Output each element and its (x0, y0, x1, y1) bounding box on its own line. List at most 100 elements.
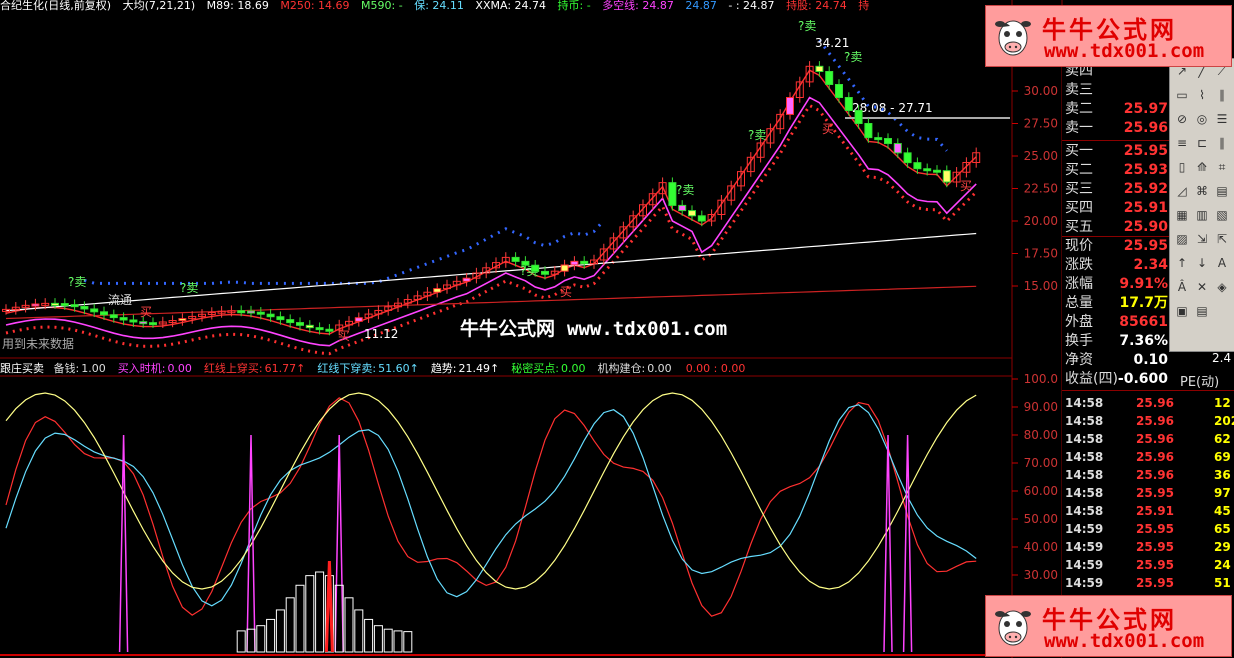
draw-tool-icon[interactable]: ▥ (1194, 207, 1210, 223)
stock-title: 合纪生化(日线,前复权) (0, 0, 112, 12)
tick-time: 14:58 (1065, 486, 1104, 500)
indicator-item: 秘密买点: 0.00 (511, 362, 591, 375)
draw-tool-icon[interactable]: ∥ (1214, 135, 1230, 151)
cow-logo-icon (995, 610, 1031, 646)
high-label: 34.21 (815, 36, 849, 50)
ma-info-bar: 合纪生化(日线,前复权) 大均(7,21,21) M89: 18.69 M250… (0, 0, 1012, 12)
draw-tool-icon[interactable]: ▣ (1174, 303, 1190, 319)
price-axis-label: 30.00 (1024, 84, 1058, 98)
tick-time: 14:59 (1065, 558, 1104, 572)
quote-value: 25.97 (1123, 101, 1168, 117)
draw-tool-icon[interactable]: ≡ (1174, 135, 1190, 151)
indicator-item: 趋势: 21.49↑ (431, 362, 505, 375)
accumulation-bar (295, 584, 305, 653)
chibi-value: 持币: - (557, 0, 591, 12)
draw-tool-icon[interactable]: ▭ (1174, 87, 1190, 103)
draw-tool-icon[interactable]: ◎ (1194, 111, 1210, 127)
buy-signal-label: 买 (960, 179, 972, 193)
draw-tool-icon[interactable]: ∥ (1214, 87, 1230, 103)
accumulation-bar (383, 628, 393, 653)
draw-tool-icon[interactable]: A (1214, 255, 1230, 271)
draw-tool-icon[interactable]: ▯ (1174, 159, 1190, 175)
price-axis-label: 27.50 (1024, 117, 1058, 131)
indicator-name[interactable]: 跟庄买卖 (0, 362, 44, 375)
draw-tool-icon[interactable]: ⊘ (1174, 111, 1190, 127)
quote-value: 25.93 (1123, 162, 1168, 178)
draw-tool-icon[interactable]: ▦ (1174, 207, 1190, 223)
stat-row: 总量 17.7万 (1062, 294, 1172, 312)
candle-body (668, 182, 677, 206)
draw-tool-icon[interactable]: ◈ (1214, 279, 1230, 295)
draw-tool-icon[interactable]: ⌘ (1194, 183, 1210, 199)
indicator-header: 跟庄买卖 备钱: 1.00 买入时机: 0.00 红线上穿买: 61.77↑ 红线下穿卖: 5… (0, 362, 1012, 376)
tick-price: 25.95 (1136, 576, 1174, 590)
accumulation-bar (315, 571, 325, 653)
draw-tool-icon[interactable]: ▤ (1194, 303, 1210, 319)
draw-tool-icon[interactable]: Â (1174, 279, 1190, 295)
sell-signal-label: ?卖 (68, 275, 86, 289)
quote-label: 卖一 (1065, 120, 1093, 136)
bid-row: 买四 25.91 (1062, 199, 1172, 217)
quote-value: 25.90 (1123, 219, 1168, 235)
draw-tool-icon[interactable]: ☰ (1214, 111, 1230, 127)
draw-tool-icon[interactable]: ▤ (1214, 183, 1230, 199)
tick-price: 25.96 (1136, 450, 1174, 464)
tick-price: 25.96 (1136, 432, 1174, 446)
sell-signal-label: ?卖 (748, 128, 766, 142)
bid-row: 买一 25.95 (1062, 142, 1172, 160)
draw-tool-icon[interactable]: ⊏ (1194, 135, 1210, 151)
center-watermark-title: 牛牛公式网 (460, 318, 556, 340)
tick-vol: 69 (1214, 450, 1231, 464)
buy-signal-label: 买 (338, 329, 350, 343)
draw-tool-icon[interactable]: ⌇ (1194, 87, 1210, 103)
ask-row: 卖二 25.97 (1062, 100, 1172, 118)
draw-tool-icon[interactable]: ◿ (1174, 183, 1190, 199)
candle-body (325, 328, 334, 332)
candle-body (825, 71, 834, 85)
tick-row: 14:59 25.95 29 (1062, 538, 1234, 556)
accumulation-bar (403, 631, 413, 653)
bid-row: 买五 25.90 (1062, 218, 1172, 236)
draw-tool-icon[interactable]: ↑ (1174, 255, 1190, 271)
watermark-top-url: www.tdx001.com (1044, 40, 1205, 62)
draw-tool-icon[interactable]: ▧ (1214, 207, 1230, 223)
quote-label: 买三 (1065, 181, 1093, 197)
tick-time: 14:59 (1065, 522, 1104, 536)
draw-tool-icon[interactable]: ⇲ (1194, 231, 1210, 247)
ask-row: 卖一 25.96 (1062, 119, 1172, 137)
candle-body (305, 324, 314, 329)
draw-tool-icon[interactable]: ↓ (1194, 255, 1210, 271)
indicator-item-label: 红线上穿买: (203, 362, 263, 375)
stat-row: 涨跌 2.34 (1062, 256, 1172, 274)
candle-body (844, 97, 853, 111)
quote-panel: 卖四 卖三 卖二 25.97 卖一 25.96 买一 25.95 买二 25.93 买三 25.92 买… (1062, 60, 1234, 658)
quote-label: 现价 (1065, 238, 1093, 254)
stat-row: 涨幅 9.91% (1062, 275, 1172, 293)
draw-tool-icon[interactable]: ▨ (1174, 231, 1190, 247)
sell-signal-label: ?卖 (798, 19, 816, 33)
red-spike (324, 560, 334, 653)
draw-tool-icon[interactable]: ⇱ (1214, 231, 1230, 247)
indicator-axis-label: 80.00 (1024, 428, 1058, 442)
future-data-note: 用到未来数据 (2, 336, 74, 351)
kdj-red-line (5, 397, 977, 617)
bid-row: 买三 25.92 (1062, 180, 1172, 198)
candle-body (237, 310, 246, 314)
candle-body (276, 316, 285, 321)
quote-value: 0.10 (1133, 352, 1168, 368)
drawing-toolbox[interactable]: ↗ ╱ ⟋ ▭ ⌇ ∥ ⊘ ◎ ☰ ≡ ⊏ ∥ ▯ ⟰ ⌗ ◿ ⌘ ▤ ▦ ▥ ▧ ▨ ⇲ ⇱ ↑ ↓ A Â ✕ ◈ ▣ ▤ (1169, 58, 1234, 352)
indicator-item-label: 趋势: (430, 362, 457, 375)
tick-time: 14:59 (1065, 540, 1104, 554)
buy-signal-label: 买 (560, 285, 572, 299)
draw-tool-icon[interactable]: ⌗ (1214, 159, 1230, 175)
candle-body (541, 270, 549, 275)
draw-tool-icon[interactable]: ✕ (1194, 279, 1210, 295)
candle-body (433, 288, 442, 293)
tick-vol: 45 (1214, 504, 1231, 518)
indicator-item: 红线下穿卖: 51.60↑ (317, 362, 424, 375)
candle-body (942, 170, 951, 183)
candle-body (884, 138, 892, 145)
stat-row: 收益(四) -0.600 (1062, 370, 1172, 388)
indicator-item: 0.00 : 0.00 (684, 362, 752, 375)
draw-tool-icon[interactable]: ⟰ (1194, 159, 1210, 175)
